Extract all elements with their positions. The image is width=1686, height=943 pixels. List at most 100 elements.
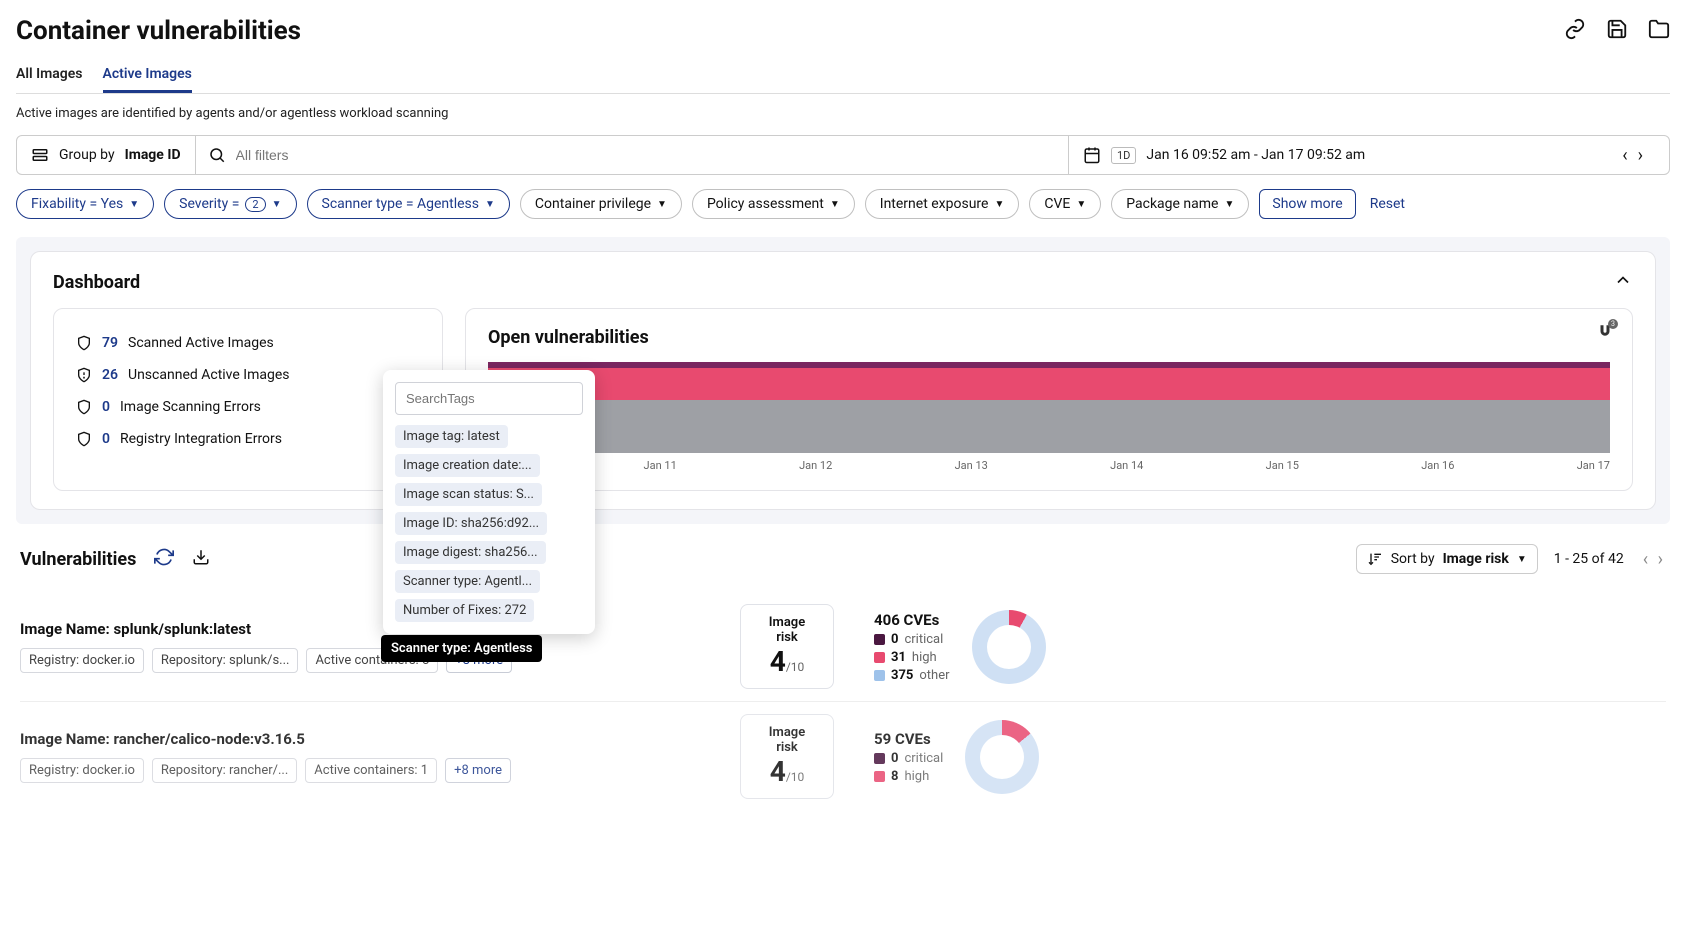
cve-legend-row: 375other [874, 668, 950, 683]
image-tag-chip[interactable]: Repository: rancher/... [152, 758, 297, 783]
chart-x-label: Jan 13 [955, 459, 988, 472]
cve-legend-row: 31high [874, 650, 950, 665]
shield-icon [76, 431, 92, 447]
filter-policy-assessment[interactable]: Policy assessment▼ [692, 189, 855, 219]
pagination-text: 1 - 25 of 42 [1554, 551, 1624, 567]
save-icon[interactable] [1606, 18, 1628, 44]
dashboard-title: Dashboard [53, 272, 140, 293]
stat-scanning-errors: 0Image Scanning Errors [76, 399, 420, 415]
image-name[interactable]: Image Name: splunk/splunk:latest [20, 620, 700, 638]
group-by-prefix: Group by [59, 147, 115, 163]
chart-x-label: Jan 17 [1577, 459, 1610, 472]
shield-icon [76, 399, 92, 415]
page-next-icon[interactable]: › [1658, 549, 1663, 570]
chart-filter-icon[interactable]: 3 [1596, 323, 1614, 341]
refresh-icon[interactable] [154, 547, 174, 571]
popover-tag-item[interactable]: Image creation date:... [395, 454, 540, 477]
chevron-down-icon: ▼ [830, 199, 840, 210]
cve-summary: 406 CVEs 0critical 31high 375other [874, 610, 1046, 684]
chevron-down-icon: ▼ [1076, 199, 1086, 210]
show-more-filters-button[interactable]: Show more [1259, 189, 1355, 219]
cve-legend-row: 0critical [874, 632, 950, 647]
image-tag-chip[interactable]: Registry: docker.io [20, 648, 144, 673]
filter-package-name[interactable]: Package name▼ [1111, 189, 1249, 219]
chart-x-label: Jan 16 [1421, 459, 1454, 472]
open-vulnerabilities-title: Open vulnerabilities [488, 327, 1610, 348]
calendar-icon [1083, 146, 1101, 164]
tab-active-images[interactable]: Active Images [103, 58, 192, 93]
tags-popover: Image tag: latest Image creation date:...… [383, 370, 595, 634]
filter-scanner-type[interactable]: Scanner type = Agentless▼ [307, 189, 510, 219]
date-next-icon[interactable]: › [1636, 145, 1645, 166]
cve-total: 406 CVEs [874, 611, 950, 629]
page-title: Container vulnerabilities [16, 16, 301, 46]
sort-selector[interactable]: Sort by Image risk ▼ [1356, 544, 1538, 574]
popover-tag-item[interactable]: Image tag: latest [395, 425, 508, 448]
image-tag-chip[interactable]: Registry: docker.io [20, 758, 144, 783]
stat-unscanned-images: 26Unscanned Active Images [76, 367, 420, 383]
chart-x-label: Jan 14 [1110, 459, 1143, 472]
stat-scanned-images: 79Scanned Active Images [76, 335, 420, 351]
chevron-down-icon: ▼ [1517, 554, 1527, 565]
chart-x-label: Jan 12 [799, 459, 832, 472]
filter-cve[interactable]: CVE▼ [1029, 189, 1101, 219]
vulnerability-row: Image Name: rancher/calico-node:v3.16.5 R… [20, 702, 1666, 811]
page-prev-icon[interactable]: ‹ [1643, 549, 1648, 570]
chevron-down-icon: ▼ [272, 199, 282, 210]
search-input[interactable] [236, 147, 1056, 163]
group-icon [31, 146, 49, 164]
download-icon[interactable] [192, 548, 210, 570]
reset-filters-link[interactable]: Reset [1370, 196, 1405, 212]
vulnerability-row: Image Name: splunk/splunk:latest Registry… [20, 592, 1666, 702]
date-range-badge: 1D [1111, 147, 1136, 164]
vulnerabilities-title: Vulnerabilities [20, 549, 136, 570]
chevron-down-icon: ▼ [1224, 199, 1234, 210]
collapse-icon[interactable] [1613, 270, 1633, 294]
sort-prefix: Sort by [1391, 551, 1435, 567]
popover-tag-item[interactable]: Scanner type: Agentl... [395, 570, 540, 593]
filter-severity[interactable]: Severity =2▼ [164, 189, 296, 219]
vulnerabilities-chart: Jan 10Jan 11Jan 12Jan 13Jan 14Jan 15Jan … [488, 362, 1610, 472]
cve-donut-chart [965, 720, 1039, 794]
date-range-text: Jan 16 09:52 am - Jan 17 09:52 am [1146, 147, 1365, 163]
chevron-down-icon: ▼ [129, 199, 139, 210]
cve-legend-row: 0critical [874, 751, 943, 766]
cve-legend-row: 8high [874, 769, 943, 784]
image-name[interactable]: Image Name: rancher/calico-node:v3.16.5 [20, 730, 700, 748]
stat-registry-errors: 0Registry Integration Errors [76, 431, 420, 447]
group-by-selector[interactable]: Group by Image ID [17, 136, 196, 174]
chevron-down-icon: ▼ [485, 199, 495, 210]
shield-alert-icon [76, 367, 92, 383]
group-by-value: Image ID [125, 147, 181, 163]
filter-container-privilege[interactable]: Container privilege▼ [520, 189, 682, 219]
popover-tag-item[interactable]: Image ID: sha256:d92... [395, 512, 547, 535]
image-tag-chip[interactable]: Repository: splunk/s... [152, 648, 299, 673]
image-risk-box: Image risk4/10 [740, 604, 834, 689]
date-prev-icon[interactable]: ‹ [1620, 145, 1629, 166]
chart-x-label: Jan 15 [1266, 459, 1299, 472]
cve-donut-chart [972, 610, 1046, 684]
folder-icon[interactable] [1648, 18, 1670, 44]
popover-tag-item[interactable]: Image digest: sha256... [395, 541, 546, 564]
search-icon [208, 146, 226, 164]
popover-tag-item[interactable]: Number of Fixes: 272 [395, 599, 534, 622]
image-tag-chip[interactable]: Active containers: 1 [305, 758, 437, 783]
chevron-down-icon: ▼ [994, 199, 1004, 210]
cve-summary: 59 CVEs0critical8high [874, 720, 1039, 794]
filter-fixability[interactable]: Fixability = Yes▼ [16, 189, 154, 219]
tag-tooltip: Scanner type: Agentless [381, 635, 542, 662]
sort-value: Image risk [1443, 551, 1509, 567]
popover-tag-item[interactable]: Image scan status: S... [395, 483, 542, 506]
sort-icon [1367, 551, 1383, 567]
tab-description: Active images are identified by agents a… [16, 106, 1670, 121]
filter-count-badge: 3 [1608, 319, 1618, 329]
link-icon[interactable] [1564, 18, 1586, 44]
image-risk-box: Image risk4/10 [740, 714, 834, 799]
more-tags-chip[interactable]: +8 more [445, 758, 511, 783]
tags-search-input[interactable] [395, 382, 583, 415]
shield-icon [76, 335, 92, 351]
tab-all-images[interactable]: All Images [16, 58, 83, 93]
date-range-selector[interactable]: 1D Jan 16 09:52 am - Jan 17 09:52 am ‹ › [1069, 136, 1669, 174]
chevron-down-icon: ▼ [657, 199, 667, 210]
filter-internet-exposure[interactable]: Internet exposure▼ [865, 189, 1020, 219]
